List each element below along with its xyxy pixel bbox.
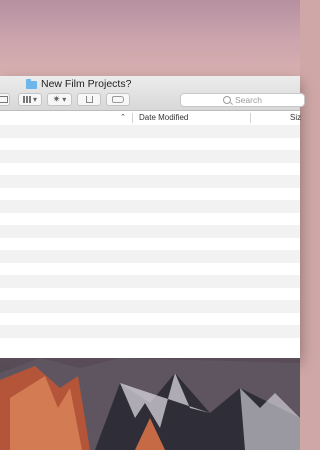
column-size-header[interactable]: Siz: [290, 113, 301, 122]
search-icon: [223, 96, 231, 104]
list-row[interactable]: [0, 237, 300, 250]
column-divider[interactable]: [132, 113, 133, 123]
list-row[interactable]: [0, 175, 300, 188]
list-row[interactable]: [0, 225, 300, 238]
list-row[interactable]: [0, 287, 300, 300]
list-row[interactable]: [0, 337, 300, 350]
action-button[interactable]: ✷ ▾: [47, 93, 72, 106]
chevron-down-icon: ▾: [32, 95, 37, 104]
tag-icon: [112, 96, 124, 103]
list-row[interactable]: [0, 275, 300, 288]
folder-icon: [26, 79, 37, 89]
finder-window[interactable]: New Film Projects? ▾ ✷ ▾ Search ⌃ Date M…: [0, 76, 305, 358]
list-row[interactable]: [0, 200, 300, 213]
share-icon: [85, 96, 93, 103]
search-field[interactable]: Search: [180, 93, 305, 107]
list-row[interactable]: [0, 162, 300, 175]
list-row[interactable]: [0, 250, 300, 263]
list-row[interactable]: [0, 212, 300, 225]
list-row[interactable]: [0, 187, 300, 200]
grid-view-icon: [22, 96, 31, 103]
tags-button[interactable]: [106, 93, 130, 106]
chevron-down-icon: ▾: [62, 95, 67, 104]
desktop-wallpaper-sky: [0, 0, 300, 76]
window-title: New Film Projects?: [26, 77, 131, 91]
column-date-modified-header[interactable]: Date Modified: [139, 113, 188, 122]
desktop-wallpaper-mountains: [0, 358, 300, 450]
list-row[interactable]: [0, 150, 300, 163]
file-list[interactable]: [0, 125, 300, 350]
view-button[interactable]: [0, 93, 10, 106]
finder-titlebar[interactable]: New Film Projects? ▾ ✷ ▾ Search: [0, 76, 305, 111]
list-row[interactable]: [0, 300, 300, 313]
arrange-button[interactable]: ▾: [18, 93, 42, 106]
list-row[interactable]: [0, 325, 300, 338]
column-divider[interactable]: [250, 113, 251, 123]
list-row[interactable]: [0, 125, 300, 138]
sort-ascending-icon[interactable]: ⌃: [120, 113, 126, 121]
list-row[interactable]: [0, 262, 300, 275]
gear-icon: ✷: [52, 94, 61, 104]
mountain-illustration: [0, 358, 300, 450]
list-header[interactable]: ⌃ Date Modified Siz: [0, 111, 301, 126]
window-title-text: New Film Projects?: [41, 78, 132, 90]
list-row[interactable]: [0, 137, 300, 150]
view-icon: [0, 96, 8, 103]
search-placeholder: Search: [235, 95, 262, 105]
share-button[interactable]: [77, 93, 101, 106]
list-row[interactable]: [0, 312, 300, 325]
